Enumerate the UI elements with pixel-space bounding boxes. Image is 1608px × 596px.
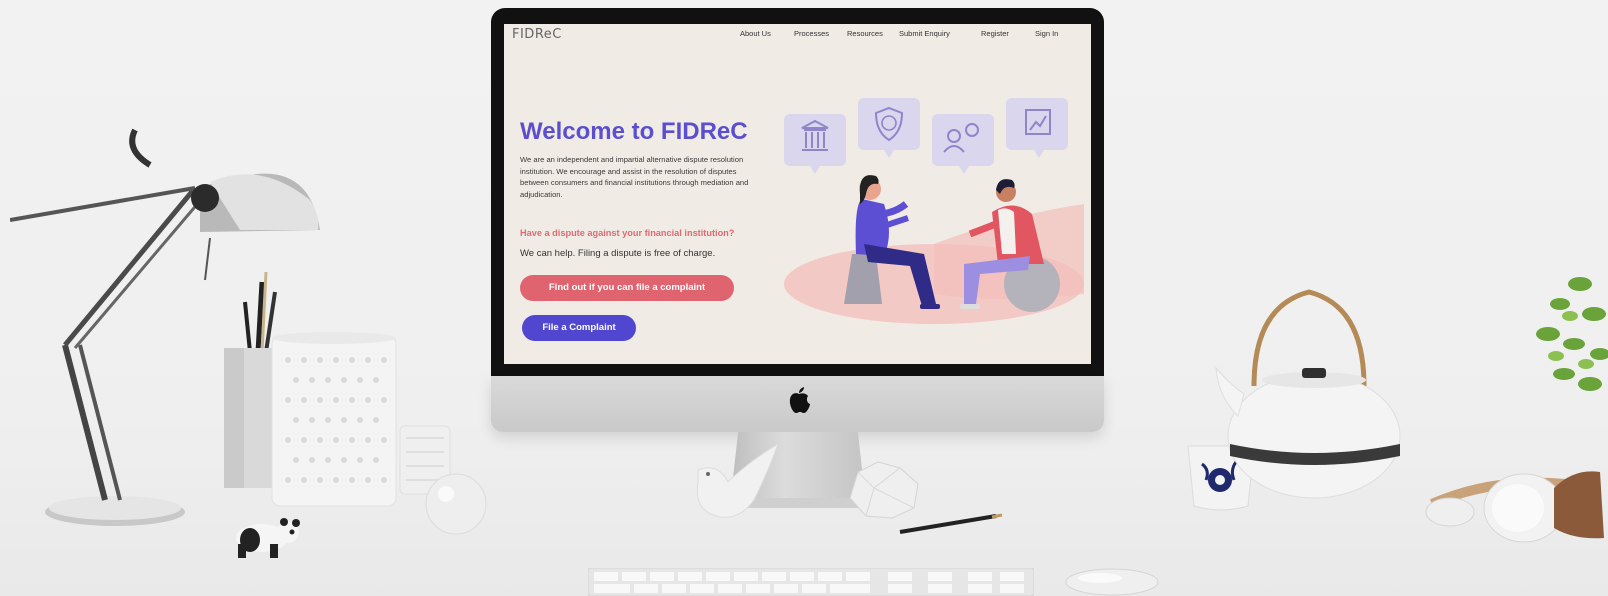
logo-text: FIDReC (512, 27, 562, 42)
glass-ball (425, 473, 487, 535)
nav-processes[interactable]: Processes (794, 29, 829, 38)
file-complaint-button[interactable]: File a Complaint (522, 315, 636, 341)
nav-resources[interactable]: Resources (847, 29, 883, 38)
nav-register[interactable]: Register (981, 29, 1009, 38)
desk-scene: FIDReC About Us Processes Resources Subm… (0, 0, 1608, 596)
nav-submit-enquiry[interactable]: Submit Enquiry (899, 29, 950, 38)
site-logo[interactable]: FIDReC (512, 27, 562, 42)
hero-illustration (784, 98, 1084, 324)
hero-help-text: We can help. Filing a dispute is free of… (520, 248, 716, 259)
chart-up-icon (1006, 98, 1068, 158)
perforated-holder (271, 332, 397, 507)
site-nav: FIDReC About Us Processes Resources Subm… (504, 24, 1091, 46)
website-screen: FIDReC About Us Processes Resources Subm… (504, 24, 1091, 364)
hero-title: Welcome to FIDReC (520, 118, 748, 145)
hero-question: Have a dispute against your financial in… (520, 228, 735, 238)
headphones (1425, 471, 1604, 543)
plant (1536, 277, 1608, 391)
pencil (899, 513, 1003, 534)
nav-about[interactable]: About Us (740, 29, 771, 38)
nav-sign-in[interactable]: Sign In (1035, 29, 1058, 38)
bank-icon (784, 114, 846, 174)
panda-figurine (236, 518, 300, 558)
keyboard (588, 568, 1034, 596)
teapot (1215, 289, 1401, 499)
hero-description: We are an independent and impartial alte… (520, 155, 749, 199)
users-dollar-icon (932, 114, 994, 174)
find-out-complaint-button[interactable]: Find out if you can file a complaint (520, 275, 734, 301)
mouse (1065, 568, 1159, 596)
shield-dollar-icon (858, 98, 920, 158)
apple-logo-icon (789, 387, 810, 413)
bird-figurine (696, 442, 779, 518)
